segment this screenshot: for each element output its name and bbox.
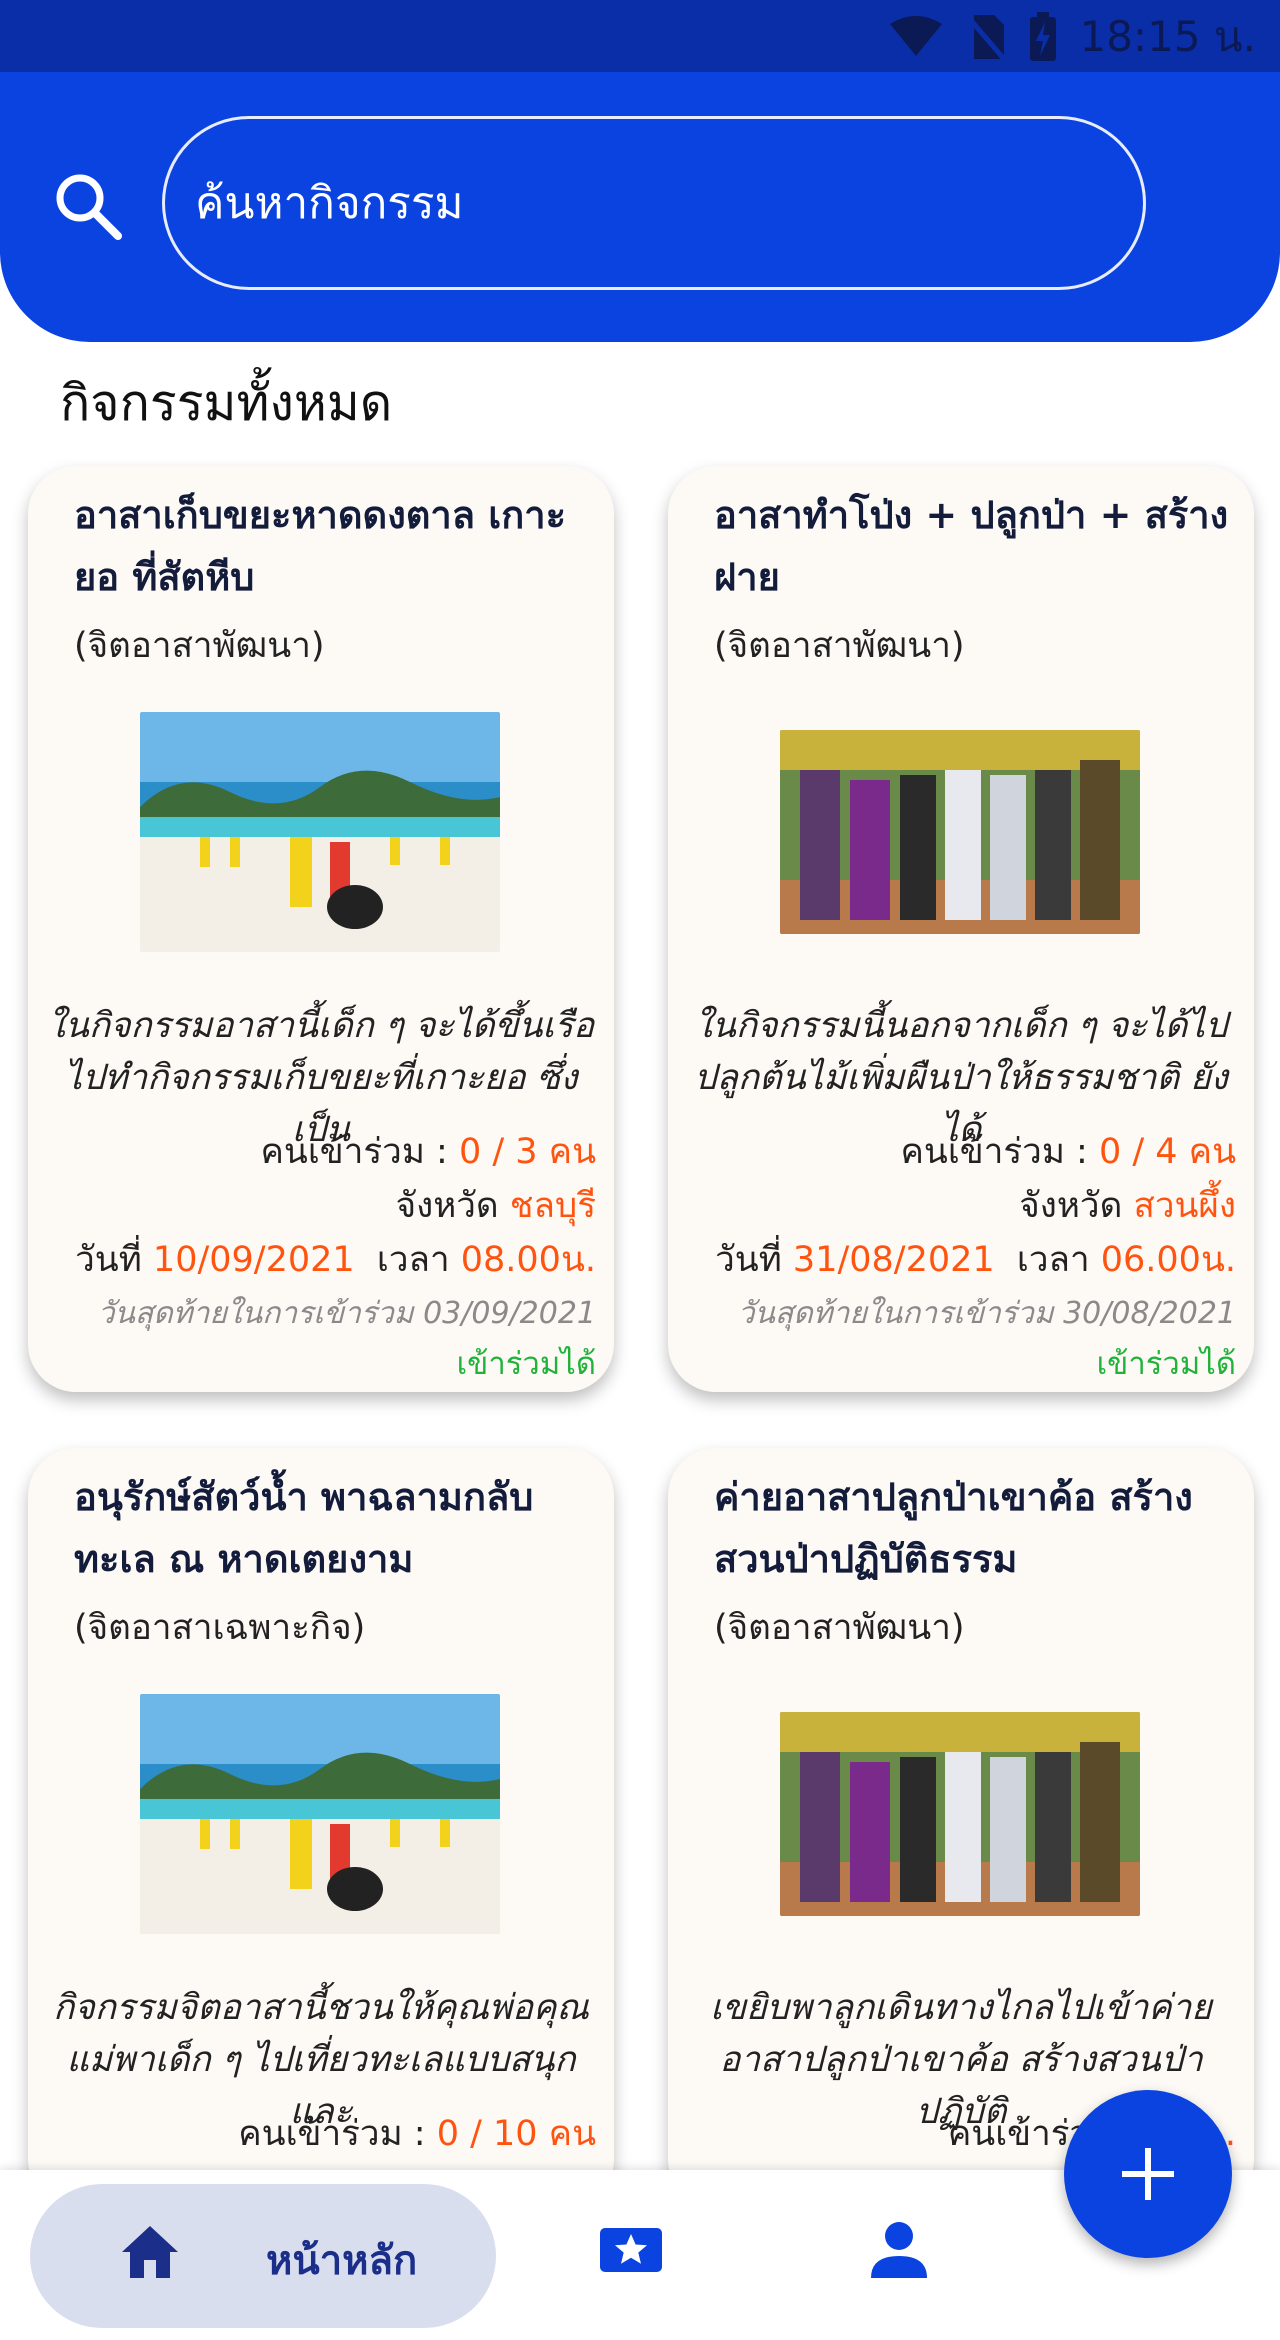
- nav-home-label: หน้าหลัก: [266, 2238, 418, 2284]
- date-value: 10/09/2021: [152, 1240, 355, 1280]
- header: ค้นหากิจกรรม: [0, 72, 1280, 342]
- activity-card[interactable]: อนุรักษ์สัตว์น้ำ พาฉลามกลับทะเล ณ หาดเตย…: [28, 1448, 614, 2208]
- participants-row: คนเข้าร่วม : 0 / 4 คน: [901, 1124, 1237, 1179]
- date-value: 31/08/2021: [792, 1240, 995, 1280]
- activity-image: [140, 1694, 500, 1934]
- add-activity-button[interactable]: [1064, 2090, 1232, 2258]
- card-type: (จิตอาสาพัฒนา): [714, 626, 965, 666]
- deadline-text: วันสุดท้ายในการเข้าร่วม 30/08/2021: [737, 1296, 1236, 1331]
- province-label: จังหวัด: [1019, 1186, 1134, 1226]
- profile-icon[interactable]: [868, 2220, 930, 2280]
- participants-label: คนเข้าร่วม :: [260, 1132, 459, 1172]
- join-status: เข้าร่วมได้: [456, 1346, 596, 1382]
- card-title: อาสาเก็บขยะหาดดงตาล เกาะยอ ที่สัตหีบ: [74, 493, 567, 599]
- card-title: อนุรักษ์สัตว์น้ำ พาฉลามกลับทะเล ณ หาดเตย…: [74, 1475, 534, 1581]
- participants-value: 0 / 4 คน: [1098, 1132, 1236, 1172]
- activity-image: [780, 730, 1140, 934]
- join-status: เข้าร่วมได้: [1096, 1346, 1236, 1382]
- activity-card[interactable]: อาสาทำโป่ง + ปลูกป่า + สร้างฝาย (จิตอาสา…: [668, 466, 1254, 1392]
- description-line: เขยิบพาลูกเดินทางไกลไปเข้าค่าย: [710, 1988, 1212, 2028]
- star-card-icon[interactable]: [598, 2224, 664, 2276]
- province-row: จังหวัด ชลบุรี: [396, 1178, 596, 1233]
- province-value: สวนผึ้ง: [1133, 1186, 1236, 1226]
- participants-label: คนเข้าร่วม :: [238, 2114, 437, 2154]
- province-value: ชลบุรี: [509, 1186, 596, 1226]
- date-label: วันที่: [75, 1240, 153, 1280]
- datetime-row: วันที่ 10/09/2021 เวลา 08.00น.: [75, 1232, 596, 1287]
- card-title: อาสาทำโป่ง + ปลูกป่า + สร้างฝาย: [714, 493, 1229, 599]
- card-title: ค่ายอาสาปลูกป่าเขาค้อ สร้างสวนป่าปฏิบัติ…: [714, 1475, 1193, 1581]
- description-line: กิจกรรมจิตอาสานี้ชวนให้คุณพ่อคุณ: [53, 1988, 589, 2028]
- battery-charging-icon: [1029, 12, 1056, 61]
- time-value: 06.00น.: [1100, 1240, 1236, 1280]
- card-type: (จิตอาสาเฉพาะกิจ): [74, 1608, 366, 1648]
- province-row: จังหวัด สวนผึ้ง: [1019, 1178, 1236, 1233]
- activity-card[interactable]: อาสาเก็บขยะหาดดงตาล เกาะยอ ที่สัตหีบ (จิ…: [28, 466, 614, 1392]
- province-label: จังหวัด: [395, 1186, 510, 1226]
- description-line: ในกิจกรรมอาสานี้เด็ก ๆ จะได้ขึ้นเรือ: [47, 1006, 595, 1046]
- home-icon: [122, 2226, 178, 2278]
- plus-icon: [1122, 2148, 1174, 2200]
- card-type: (จิตอาสาพัฒนา): [74, 626, 325, 666]
- section-title: กิจกรรมทั้งหมด: [60, 374, 393, 432]
- search-icon[interactable]: [52, 170, 124, 242]
- participants-label: คนเข้าร่วม :: [900, 1132, 1099, 1172]
- deadline-text: วันสุดท้ายในการเข้าร่วม 03/09/2021: [97, 1296, 596, 1331]
- status-icons: 18:15 น.: [888, 8, 1256, 66]
- status-time: 18:15 น.: [1079, 12, 1256, 61]
- no-sim-icon: [965, 15, 1006, 61]
- time-label: เวลา: [354, 1240, 461, 1280]
- participants-row: คนเข้าร่วม : 0 / 3 คน: [261, 1124, 597, 1179]
- search-input[interactable]: ค้นหากิจกรรม: [162, 116, 1146, 290]
- search-placeholder: ค้นหากิจกรรม: [195, 178, 464, 229]
- participants-row: คนเข้าร่วม : 0 / 10 คน: [238, 2106, 596, 2161]
- participants-value: 0 / 10 คน: [436, 2114, 596, 2154]
- date-label: วันที่: [715, 1240, 793, 1280]
- status-bar: 18:15 น.: [0, 0, 1280, 72]
- wifi-icon: [889, 16, 942, 56]
- description-line: ในกิจกรรมนี้นอกจากเด็ก ๆ จะได้ไป: [694, 1006, 1228, 1046]
- activity-image: [140, 712, 500, 952]
- activity-image: [780, 1712, 1140, 1916]
- time-label: เวลา: [994, 1240, 1101, 1280]
- card-type: (จิตอาสาพัฒนา): [714, 1608, 965, 1648]
- nav-home[interactable]: หน้าหลัก: [30, 2184, 496, 2328]
- datetime-row: วันที่ 31/08/2021 เวลา 06.00น.: [715, 1232, 1236, 1287]
- time-value: 08.00น.: [460, 1240, 596, 1280]
- participants-value: 0 / 3 คน: [458, 1132, 596, 1172]
